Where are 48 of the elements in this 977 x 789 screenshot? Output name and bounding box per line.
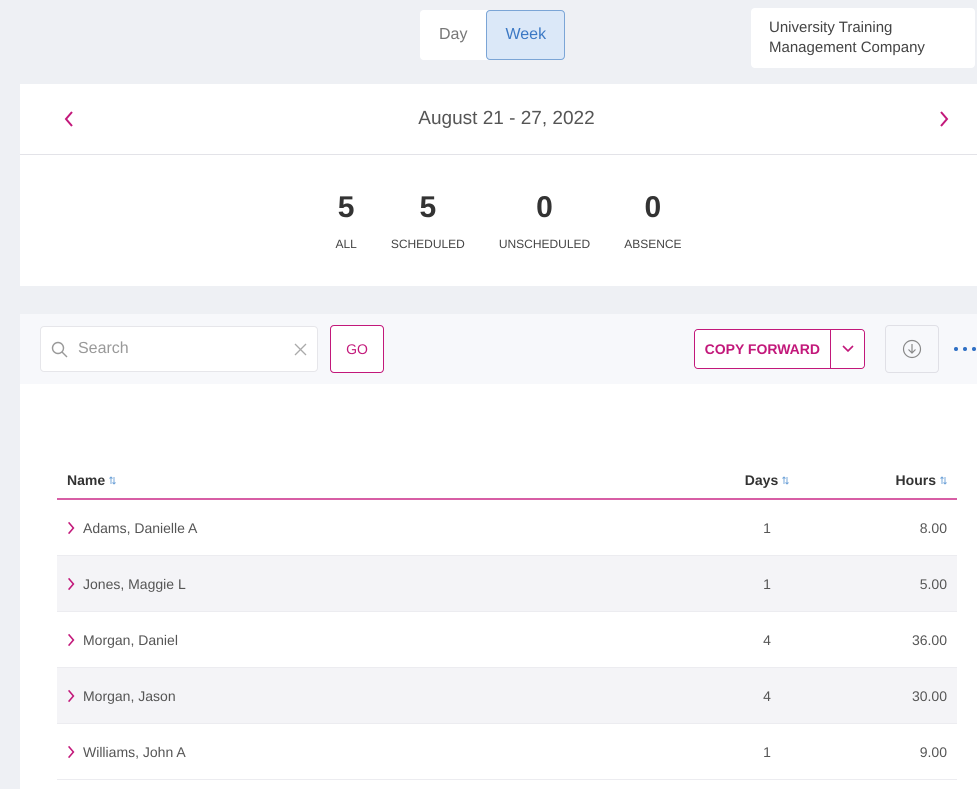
download-icon: [902, 339, 922, 359]
next-icon[interactable]: [938, 111, 949, 127]
sort-icon[interactable]: [782, 476, 790, 485]
view-tab[interactable]: Week: [486, 10, 566, 60]
sort-icon[interactable]: [109, 476, 116, 485]
search-icon: [51, 340, 68, 358]
employee-name[interactable]: Morgan, Jason: [83, 688, 176, 704]
download-button[interactable]: [885, 325, 939, 373]
stat-label: UNSCHEDULED: [498, 237, 590, 251]
expand-icon[interactable]: [67, 688, 75, 702]
days-cell: 1: [763, 520, 771, 536]
stat-value: 0: [644, 191, 662, 225]
column-header[interactable]: Hours: [896, 472, 936, 488]
hours-cell: 9.00: [920, 744, 947, 760]
stat-label: SCHEDULED: [390, 237, 465, 251]
hours-cell: 8.00: [920, 520, 947, 536]
days-cell: 1: [763, 576, 771, 592]
hours-cell: 5.00: [920, 576, 947, 592]
stat-label: ABSENCE: [624, 237, 682, 251]
column-header[interactable]: Name: [67, 472, 106, 488]
date-range: August 21 - 27, 2022: [418, 108, 595, 130]
caret-icon: [842, 345, 854, 353]
employee-name[interactable]: Jones, Maggie L: [83, 576, 186, 592]
go-button[interactable]: GO: [330, 325, 384, 373]
employee-name[interactable]: Williams, John A: [83, 744, 186, 760]
days-cell: 4: [763, 688, 771, 704]
dropdown-button[interactable]: [830, 330, 864, 368]
expand-icon[interactable]: [67, 576, 75, 590]
hours-cell: 30.00: [912, 688, 947, 704]
company-name: University Training Management Company: [751, 8, 975, 68]
more-icon[interactable]: [953, 346, 977, 352]
stat-value: 5: [338, 191, 354, 225]
employee-name[interactable]: Adams, Danielle A: [83, 520, 198, 536]
expand-icon[interactable]: [67, 744, 75, 758]
stat-value: 5: [419, 191, 436, 225]
search-bar[interactable]: Search: [40, 326, 318, 372]
days-cell: 4: [763, 632, 771, 648]
sort-icon[interactable]: [940, 476, 947, 485]
stat-label: ALL: [335, 237, 357, 251]
days-cell: 1: [763, 744, 771, 760]
expand-icon[interactable]: [67, 632, 75, 646]
search-input[interactable]: Search: [76, 339, 286, 359]
employee-name[interactable]: Morgan, Daniel: [83, 632, 178, 648]
column-header[interactable]: Days: [744, 472, 778, 488]
stat-value: 0: [536, 191, 553, 225]
previous-icon[interactable]: [64, 111, 74, 127]
hours-cell: 36.00: [912, 632, 947, 648]
expand-icon[interactable]: [67, 520, 75, 534]
